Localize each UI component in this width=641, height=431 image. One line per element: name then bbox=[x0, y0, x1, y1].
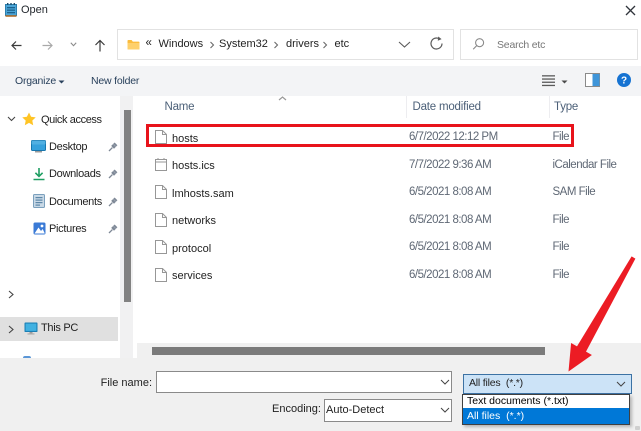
svg-text:?: ? bbox=[621, 76, 627, 87]
